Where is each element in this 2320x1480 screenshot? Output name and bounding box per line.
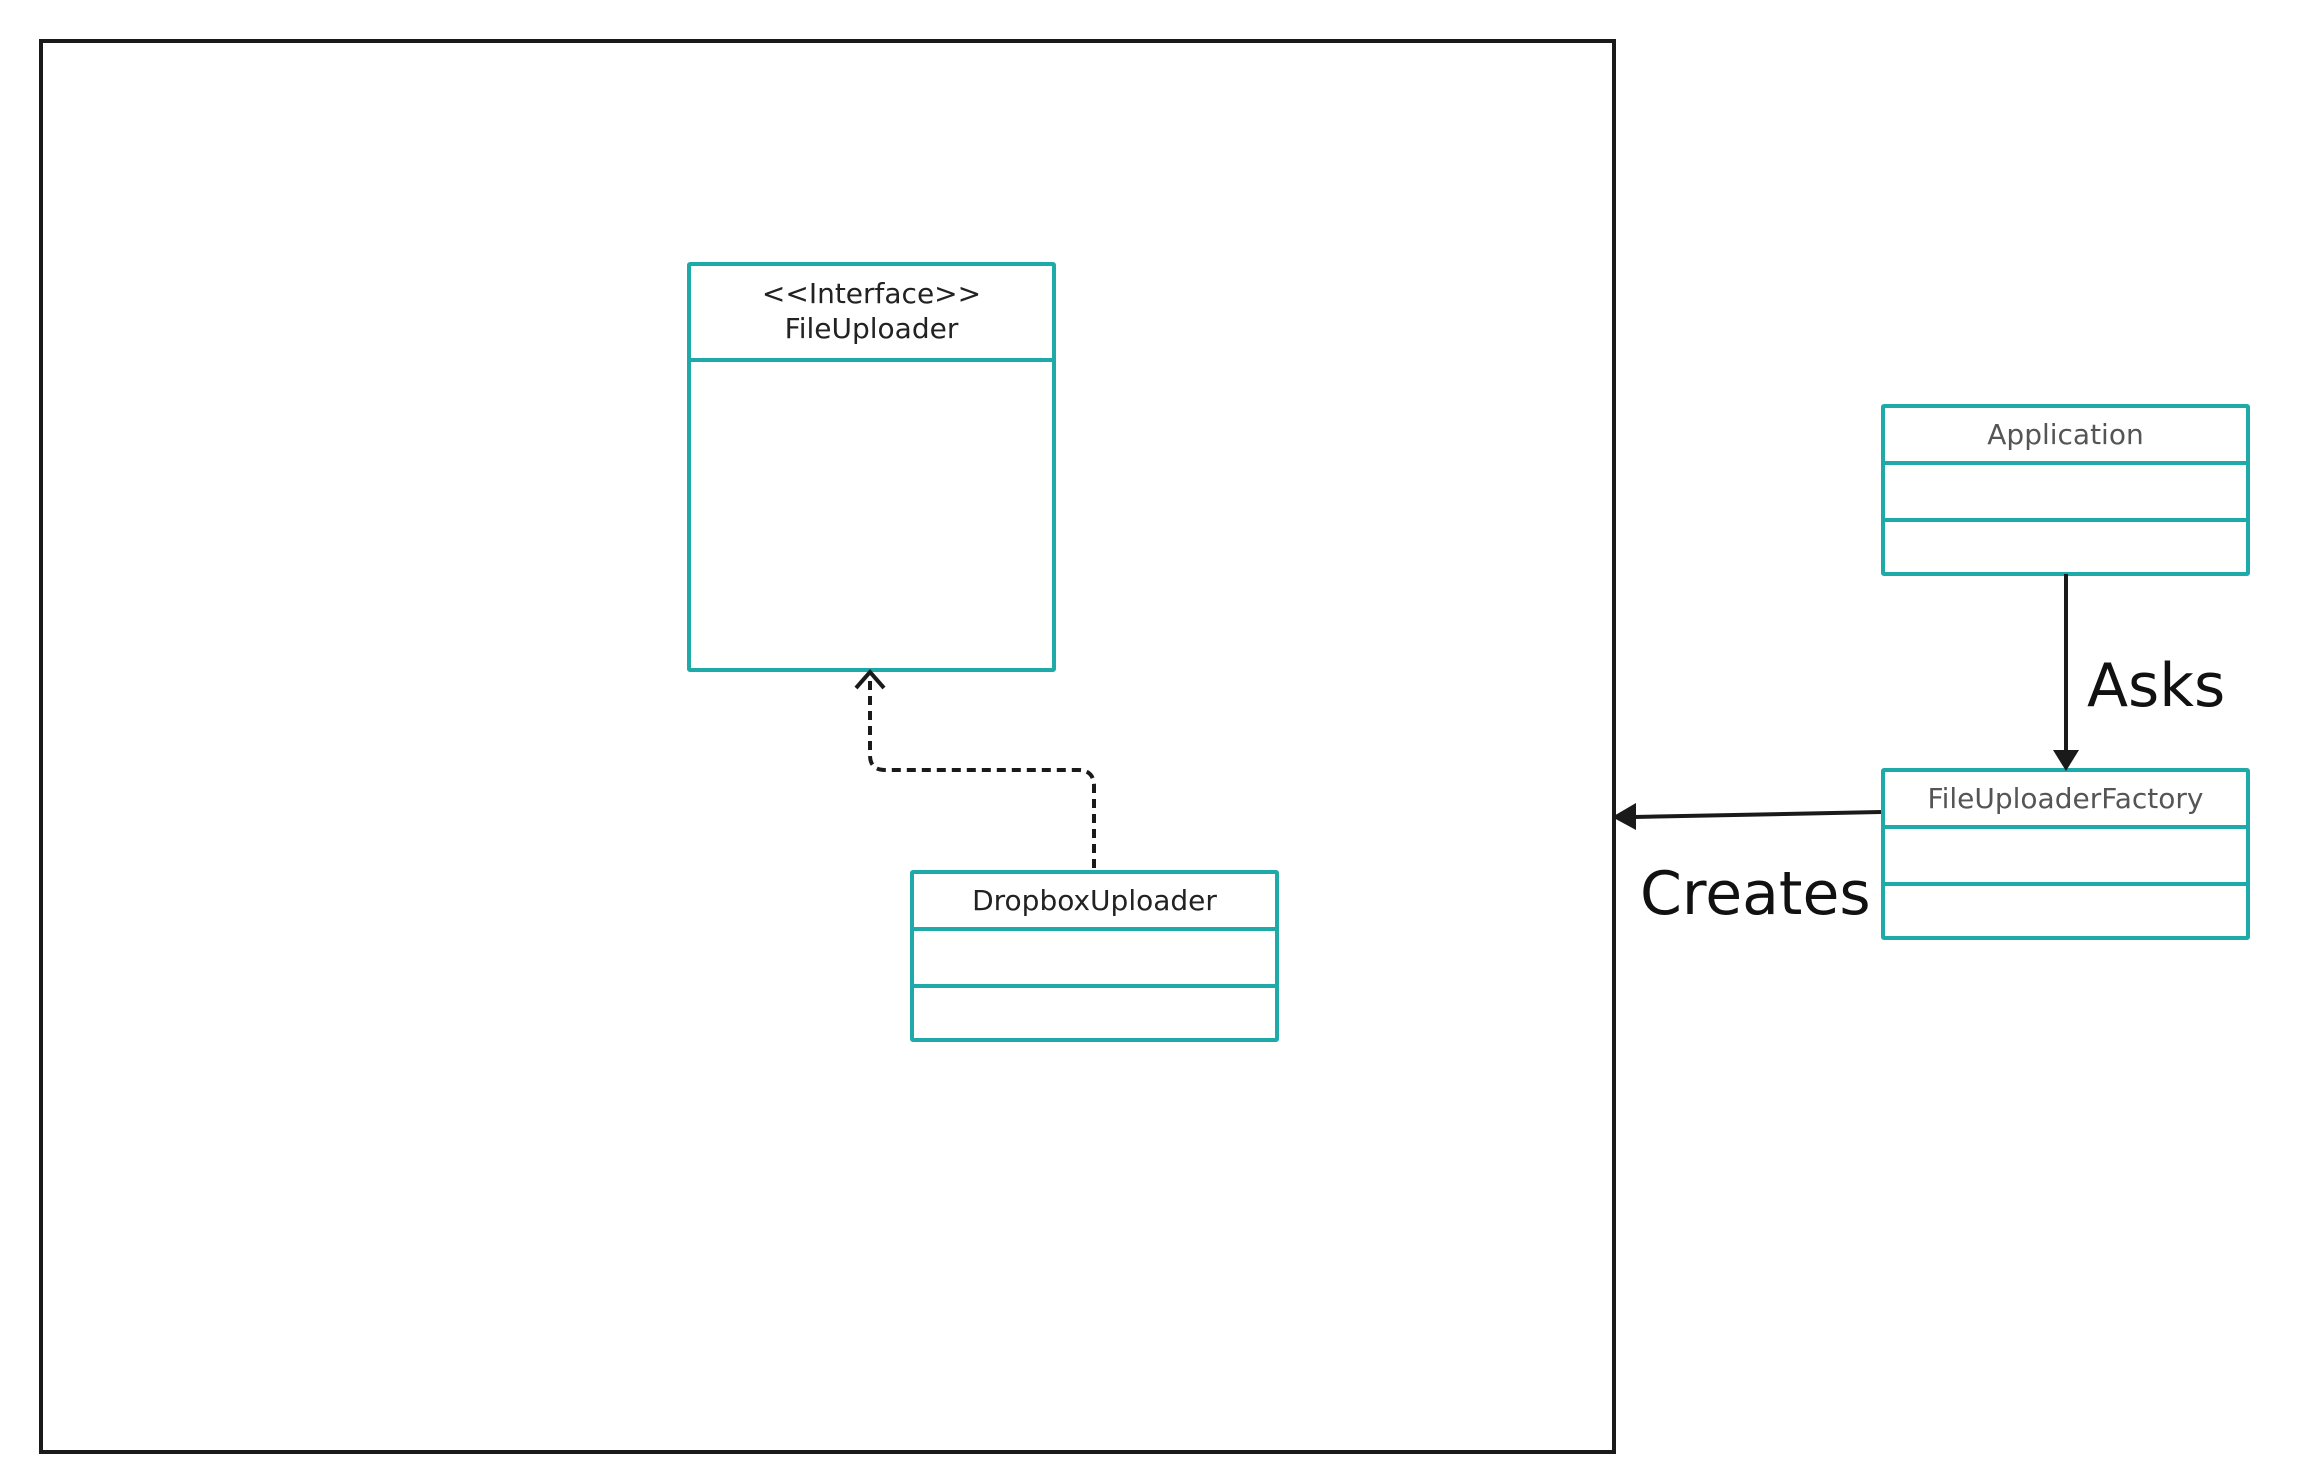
class-name-file-uploader: FileUploader (784, 312, 959, 345)
creates-label: Creates (1640, 859, 1871, 929)
file-uploader-factory-class[interactable]: FileUploaderFactory (1881, 768, 2250, 940)
class-header: Application (1885, 408, 2246, 465)
asks-label: Asks (2087, 651, 2226, 721)
class-methods (1885, 886, 2246, 936)
class-header: DropboxUploader (914, 874, 1275, 931)
class-name-file-uploader-factory: FileUploaderFactory (1927, 781, 2204, 815)
class-methods (1885, 522, 2246, 572)
creates-connector (1633, 810, 1882, 819)
interface-stereotype: <<Interface>> (761, 277, 982, 310)
class-header: FileUploaderFactory (1885, 772, 2246, 829)
class-attributes (1885, 465, 2246, 522)
diagram-canvas: <<Interface>> FileUploader DropboxUpload… (0, 0, 2320, 1480)
class-body (691, 362, 1052, 668)
class-methods (914, 988, 1275, 1038)
class-name-dropbox-uploader: DropboxUploader (972, 883, 1217, 917)
application-class[interactable]: Application (1881, 404, 2250, 576)
file-uploader-interface-class[interactable]: <<Interface>> FileUploader (687, 262, 1056, 672)
class-header: <<Interface>> FileUploader (691, 266, 1052, 362)
class-attributes (1885, 829, 2246, 886)
dropbox-uploader-class[interactable]: DropboxUploader (910, 870, 1279, 1042)
class-name-application: Application (1987, 417, 2144, 451)
class-attributes (914, 931, 1275, 988)
uploader-package-frame (39, 39, 1616, 1454)
